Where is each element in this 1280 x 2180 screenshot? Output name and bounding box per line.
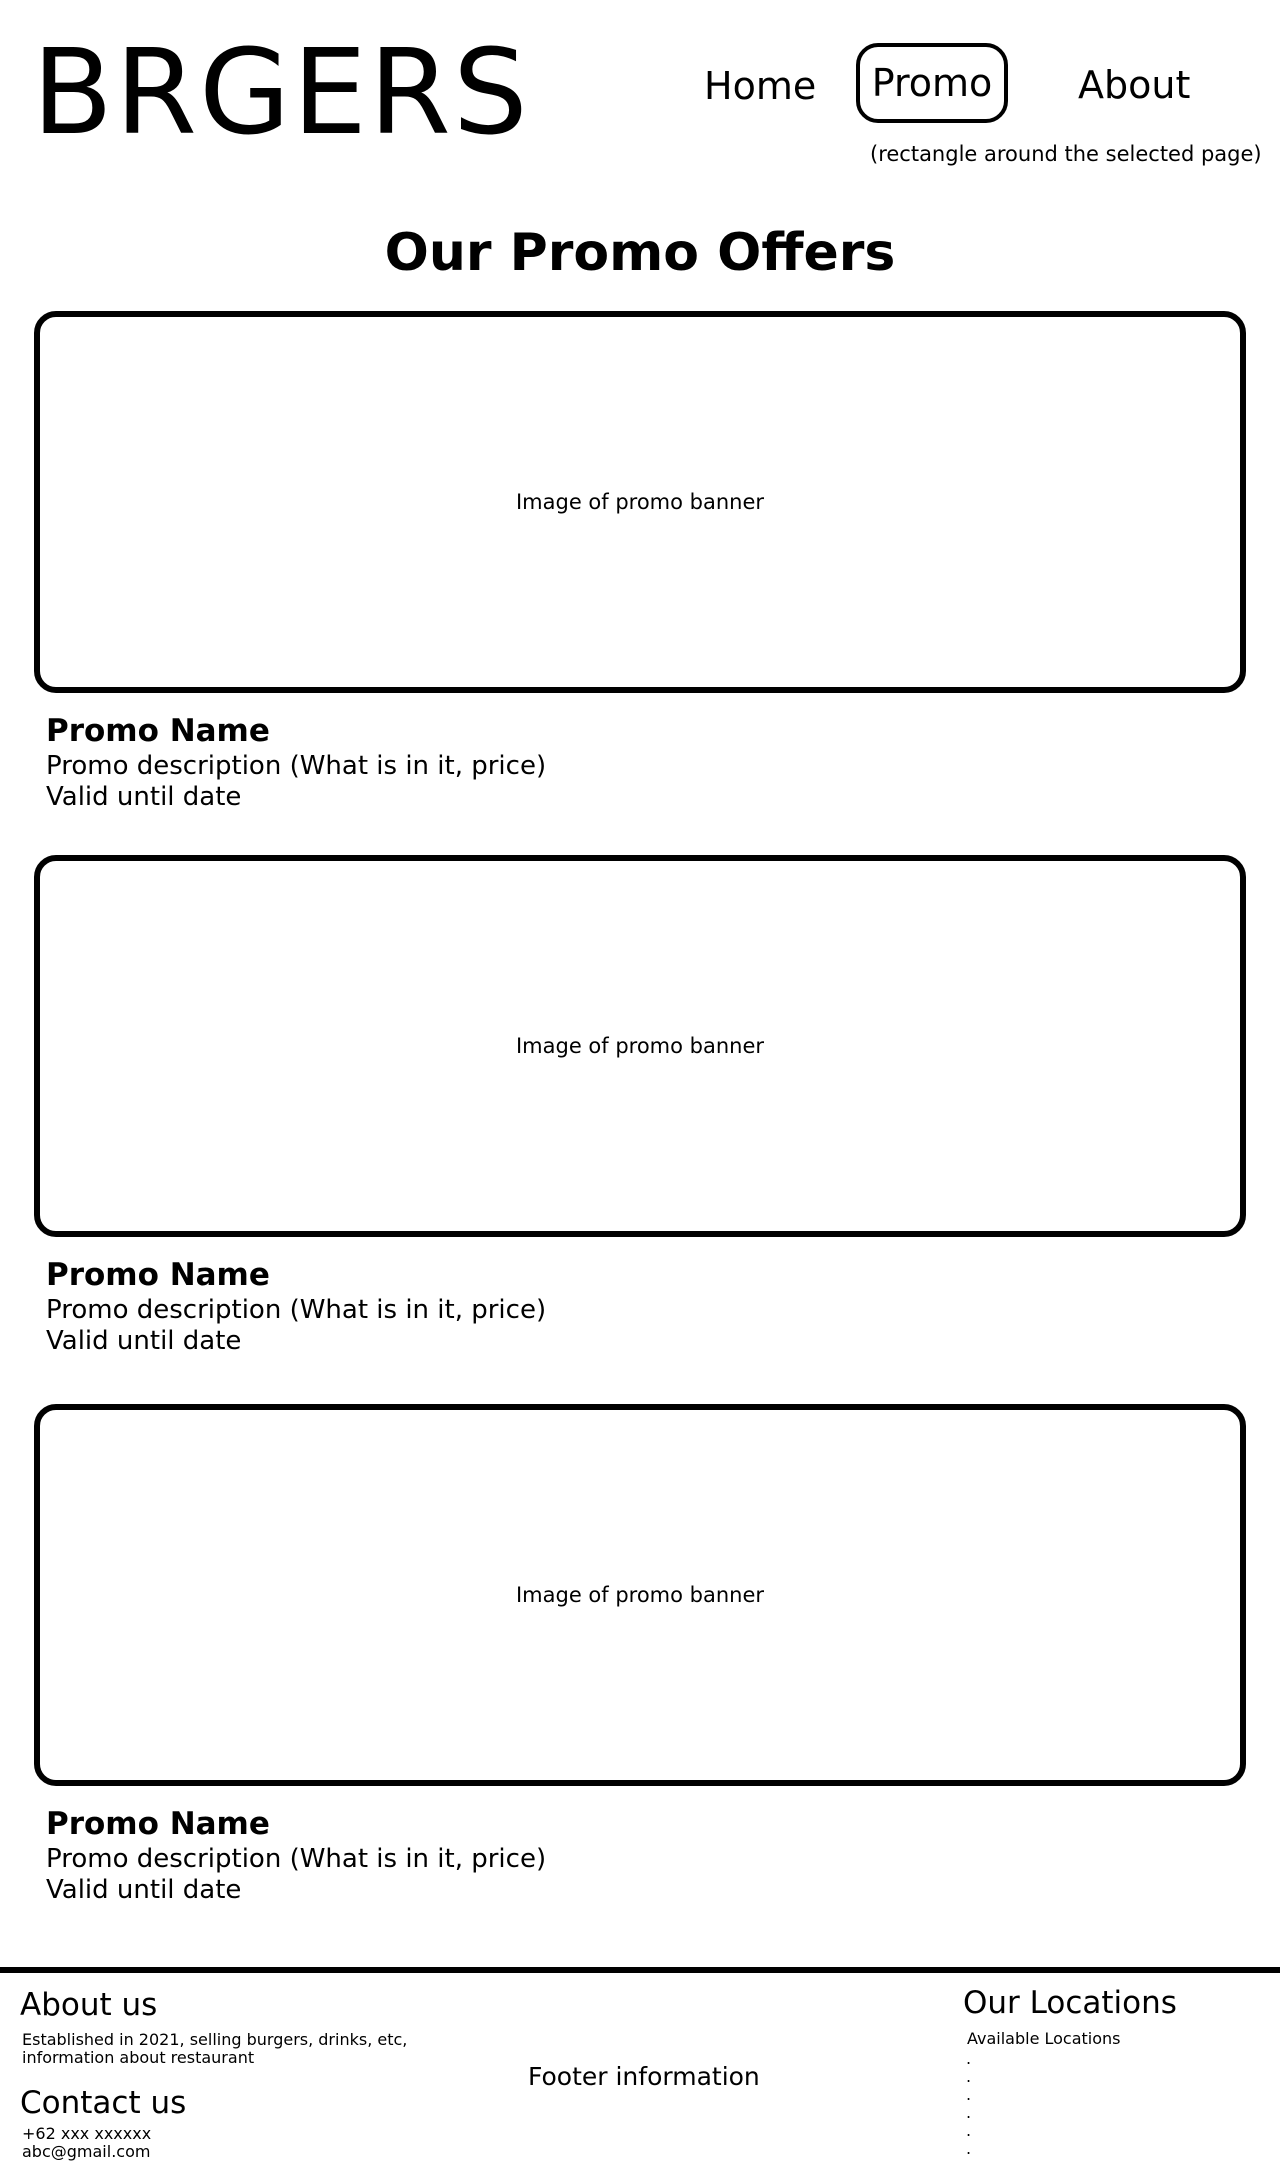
footer-email[interactable]: abc@gmail.com	[22, 2143, 150, 2161]
promo-info: Promo Name Promo description (What is in…	[46, 1804, 546, 1906]
promo-valid-date: Valid until date	[46, 782, 242, 812]
location-item[interactable]: .	[966, 2050, 971, 2068]
promo-name: Promo Name	[46, 1806, 270, 1842]
nav-about[interactable]: About	[1078, 62, 1190, 108]
promo-info: Promo Name Promo description (What is in…	[46, 1255, 546, 1357]
location-item[interactable]: .	[966, 2122, 971, 2140]
nav-promo-label: Promo	[871, 61, 993, 105]
nav-home[interactable]: Home	[704, 63, 816, 109]
promo-valid-date: Valid until date	[46, 1326, 242, 1356]
promo-banner[interactable]: Image of promo banner	[34, 1404, 1246, 1786]
promo-banner[interactable]: Image of promo banner	[34, 311, 1246, 693]
promo-info: Promo Name Promo description (What is in…	[46, 711, 546, 813]
footer-about-text: information about restaurant	[22, 2048, 255, 2067]
promo-description: Promo description (What is in it, price)	[46, 1295, 547, 1325]
location-list: . . . . . .	[966, 2050, 971, 2158]
promo-description: Promo description (What is in it, price)	[46, 751, 547, 781]
location-item[interactable]: .	[966, 2104, 971, 2122]
location-item[interactable]: .	[966, 2086, 971, 2104]
footer-contact-heading: Contact us	[20, 2085, 187, 2121]
footer-locations-heading: Our Locations	[963, 1985, 1177, 2021]
promo-name: Promo Name	[46, 713, 270, 749]
promo-banner-label: Image of promo banner	[515, 1034, 765, 1058]
footer-about-text: Established in 2021, selling burgers, dr…	[22, 2030, 408, 2049]
page-title: Our Promo Offers	[384, 223, 896, 283]
location-item[interactable]: .	[966, 2068, 971, 2086]
location-item[interactable]: .	[966, 2140, 971, 2158]
footer-divider	[0, 1967, 1280, 1973]
promo-banner-label: Image of promo banner	[515, 490, 765, 514]
nav-annotation: (rectangle around the selected page)	[870, 142, 1262, 166]
footer-locations-subheading: Available Locations	[967, 2029, 1121, 2048]
footer-about-heading: About us	[20, 1987, 158, 2023]
footer-phone[interactable]: +62 xxx xxxxxx	[22, 2125, 151, 2143]
promo-description: Promo description (What is in it, price)	[46, 1844, 547, 1874]
nav-promo[interactable]: Promo	[856, 43, 1008, 123]
promo-valid-date: Valid until date	[46, 1875, 242, 1905]
promo-name: Promo Name	[46, 1257, 270, 1293]
promo-banner-label: Image of promo banner	[515, 1583, 765, 1607]
site-logo[interactable]: BRGERS	[32, 22, 530, 162]
footer-information: Footer information	[528, 2062, 760, 2091]
promo-banner[interactable]: Image of promo banner	[34, 855, 1246, 1237]
